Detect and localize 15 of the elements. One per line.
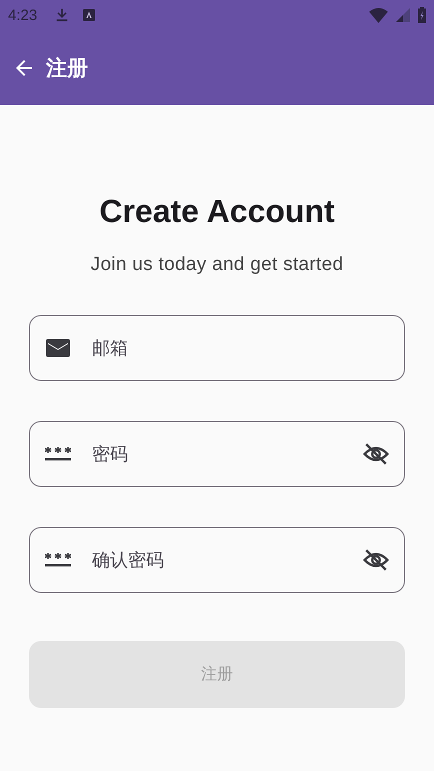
subtitle: Join us today and get started xyxy=(90,254,344,276)
email-field[interactable]: 邮箱 xyxy=(29,315,405,381)
eye-off-icon[interactable] xyxy=(363,441,389,467)
password-field[interactable]: 确认密码 xyxy=(29,527,405,593)
heading: Create Account xyxy=(98,193,336,230)
mail-icon xyxy=(45,338,71,358)
status-time: 4:23 xyxy=(8,6,38,24)
battery-icon xyxy=(418,7,426,23)
download-icon xyxy=(55,8,70,22)
eye-off-icon[interactable] xyxy=(363,547,389,573)
signal-icon xyxy=(396,8,410,22)
page-title: 注册 xyxy=(46,54,88,82)
wifi-icon xyxy=(369,8,388,22)
keyboard-icon xyxy=(83,9,96,21)
password-field[interactable]: 密码 xyxy=(29,421,405,487)
